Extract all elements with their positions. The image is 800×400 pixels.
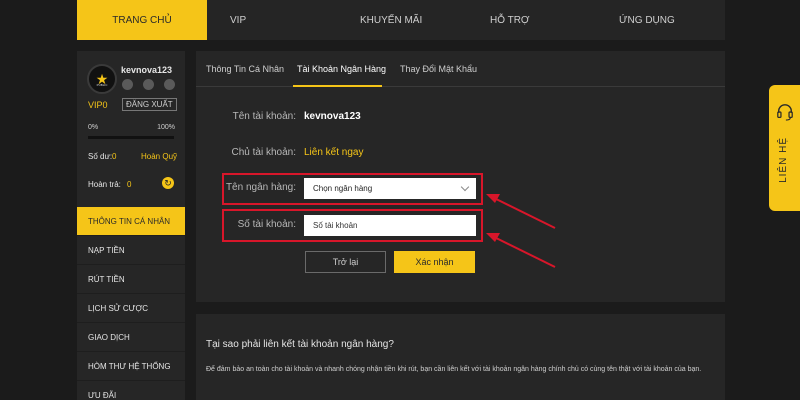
top-nav: TRANG CHỦ VIP KHUYẾN MÃI HỖ TRỢ ỨNG DỤNG <box>77 0 725 40</box>
account-number-label: Số tài khoản: <box>237 219 296 230</box>
bank-name-label: Tên ngân hàng: <box>225 182 296 193</box>
account-number-input[interactable] <box>304 215 476 236</box>
lock-icon[interactable] <box>143 79 154 90</box>
contact-tab[interactable]: LIÊN HỆ <box>769 85 800 211</box>
info-title: Tại sao phải liên kết tài khoản ngân hàn… <box>206 339 394 350</box>
tab-bank-account[interactable]: Tài Khoản Ngân Hàng <box>297 64 386 74</box>
username: kevnova123 <box>121 65 173 75</box>
account-name-value: kevnova123 <box>304 111 361 122</box>
tab-personal-info[interactable]: Thông Tin Cá Nhân <box>206 64 284 74</box>
link-now-link[interactable]: Liên kết ngay <box>304 147 364 158</box>
active-tab-indicator <box>293 85 382 87</box>
sidebar-item-inbox[interactable]: HÒM THƯ HỆ THỐNG <box>77 352 185 381</box>
progress-min-label: 0% <box>88 124 99 131</box>
rebate-value: 0 <box>127 180 132 189</box>
tab-bar: Thông Tin Cá Nhân Tài Khoản Ngân Hàng Th… <box>196 51 725 87</box>
sidebar-item-offers[interactable]: ƯU ĐÃI <box>77 381 185 400</box>
balance-value: 0 <box>112 152 117 161</box>
headset-icon <box>777 104 793 121</box>
fund-return-link[interactable]: Hoàn Quỹ <box>141 152 177 161</box>
owner-label: Chủ tài khoản: <box>231 147 297 158</box>
nav-support[interactable]: HỖ TRỢ <box>490 15 530 26</box>
bank-select-value: Chọn ngân hàng <box>313 184 373 193</box>
profile-icon[interactable] <box>122 79 133 90</box>
sidebar-item-deposit[interactable]: NẠP TIỀN <box>77 236 185 265</box>
refresh-icon[interactable]: ↻ <box>162 177 174 189</box>
chevron-down-icon <box>460 182 470 192</box>
account-name-label: Tên tài khoản: <box>232 111 296 122</box>
sidebar-menu: THÔNG TIN CÁ NHÂN NẠP TIỀN RÚT TIỀN LỊCH… <box>77 207 185 400</box>
sidebar-item-withdraw[interactable]: RÚT TIỀN <box>77 265 185 294</box>
confirm-button[interactable]: Xác nhận <box>394 251 475 273</box>
info-body: Để đảm bảo an toàn cho tài khoản và nhan… <box>206 366 702 373</box>
nav-home[interactable]: TRANG CHỦ <box>77 0 207 40</box>
avatar: ★ PUBLIC <box>87 64 117 94</box>
sidebar-item-personal-info[interactable]: THÔNG TIN CÁ NHÂN <box>77 207 185 236</box>
tab-change-password[interactable]: Thay Đổi Mật Khẩu <box>400 64 477 74</box>
progress-max-label: 100% <box>157 124 175 131</box>
vip-progress-bar <box>88 136 174 139</box>
vip-level: VIP0 <box>88 100 108 110</box>
back-button[interactable]: Trở lại <box>305 251 386 273</box>
logout-button[interactable]: ĐĂNG XUẤT <box>122 98 177 111</box>
sidebar: ★ PUBLIC kevnova123 VIP0 ĐĂNG XUẤT 0% 10… <box>77 51 185 400</box>
contact-label: LIÊN HỆ <box>778 137 789 183</box>
info-panel: Tại sao phải liên kết tài khoản ngân hàn… <box>196 314 725 400</box>
nav-app[interactable]: ỨNG DỤNG <box>619 15 675 26</box>
settings-icon[interactable] <box>164 79 175 90</box>
avatar-logo-text: PUBLIC <box>96 83 108 87</box>
sidebar-item-transactions[interactable]: GIAO DỊCH <box>77 323 185 352</box>
nav-vip[interactable]: VIP <box>230 15 246 26</box>
balance-label: Số dư: <box>88 152 113 161</box>
sidebar-item-bet-history[interactable]: LỊCH SỬ CƯỢC <box>77 294 185 323</box>
rebate-label: Hoàn trả: <box>88 180 121 189</box>
nav-promotions[interactable]: KHUYẾN MÃI <box>360 15 422 26</box>
bank-select[interactable]: Chọn ngân hàng <box>304 178 476 199</box>
